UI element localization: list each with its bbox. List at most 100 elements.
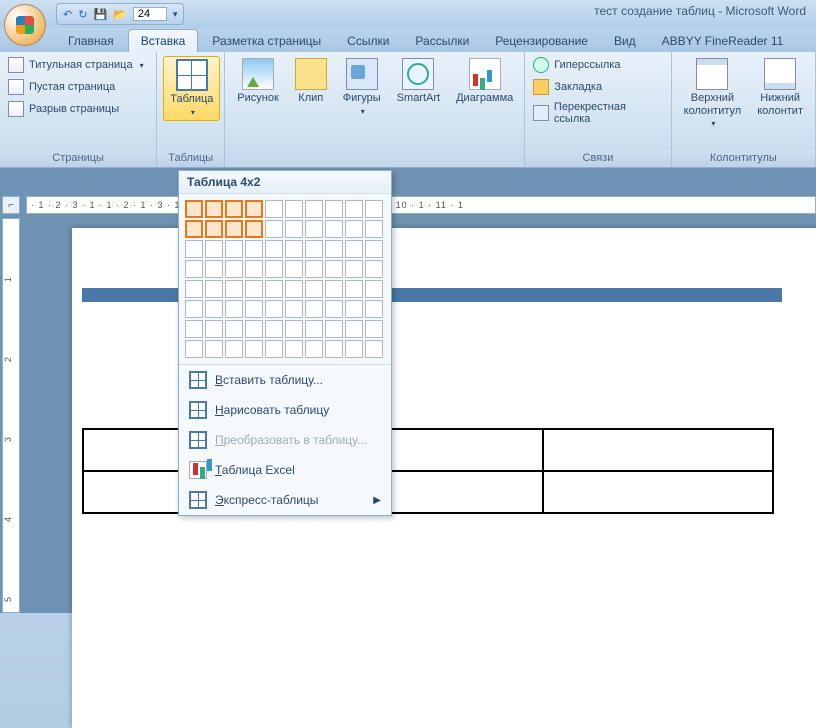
grid-cell[interactable] [325, 280, 343, 298]
grid-cell[interactable] [245, 340, 263, 358]
ruler-corner[interactable]: ⌐ [2, 196, 20, 214]
vertical-ruler[interactable]: 1 2 3 4 5 [2, 218, 20, 613]
footer-button[interactable]: Нижнийколонтит [751, 56, 809, 119]
grid-cell[interactable] [365, 340, 383, 358]
grid-cell[interactable] [265, 220, 283, 238]
grid-cell[interactable] [345, 260, 363, 278]
grid-cell[interactable] [325, 340, 343, 358]
chart-button[interactable]: Диаграмма [450, 56, 519, 107]
hyperlink-button[interactable]: Гиперссылка [531, 56, 664, 74]
shapes-button[interactable]: Фигуры▾ [337, 56, 387, 119]
grid-cell[interactable] [225, 300, 243, 318]
grid-cell[interactable] [365, 300, 383, 318]
grid-cell[interactable] [245, 240, 263, 258]
grid-cell[interactable] [325, 320, 343, 338]
grid-cell[interactable] [345, 220, 363, 238]
grid-cell[interactable] [205, 240, 223, 258]
grid-cell[interactable] [245, 280, 263, 298]
grid-cell[interactable] [345, 280, 363, 298]
grid-cell[interactable] [205, 260, 223, 278]
grid-cell[interactable] [305, 200, 323, 218]
zoom-value[interactable]: 24 [133, 7, 167, 21]
grid-cell[interactable] [205, 200, 223, 218]
grid-cell[interactable] [185, 260, 203, 278]
grid-cell[interactable] [245, 200, 263, 218]
table-button[interactable]: Таблица▾ [163, 56, 220, 121]
grid-cell[interactable] [205, 280, 223, 298]
grid-cell[interactable] [325, 240, 343, 258]
grid-cell[interactable] [365, 280, 383, 298]
grid-cell[interactable] [365, 200, 383, 218]
grid-cell[interactable] [285, 340, 303, 358]
tab-insert[interactable]: Вставка [128, 29, 199, 52]
table-menu-item[interactable]: Таблица Excel [179, 455, 391, 485]
header-button[interactable]: Верхнийколонтитул ▾ [678, 56, 748, 132]
grid-cell[interactable] [285, 320, 303, 338]
grid-cell[interactable] [185, 300, 203, 318]
blank-page-button[interactable]: Пустая страница [6, 78, 146, 96]
grid-cell[interactable] [345, 320, 363, 338]
grid-cell[interactable] [285, 220, 303, 238]
table-menu-item[interactable]: Нарисовать таблицу [179, 395, 391, 425]
grid-cell[interactable] [305, 220, 323, 238]
grid-cell[interactable] [205, 300, 223, 318]
tab-home[interactable]: Главная [56, 30, 126, 52]
grid-cell[interactable] [365, 220, 383, 238]
grid-cell[interactable] [305, 320, 323, 338]
grid-cell[interactable] [185, 200, 203, 218]
crossref-button[interactable]: Перекрестная ссылка [531, 100, 664, 126]
tab-mailings[interactable]: Рассылки [403, 30, 481, 52]
grid-cell[interactable] [225, 340, 243, 358]
grid-cell[interactable] [225, 240, 243, 258]
grid-cell[interactable] [185, 340, 203, 358]
grid-cell[interactable] [345, 340, 363, 358]
grid-cell[interactable] [305, 240, 323, 258]
grid-cell[interactable] [305, 300, 323, 318]
grid-cell[interactable] [365, 260, 383, 278]
tab-view[interactable]: Вид [602, 30, 648, 52]
grid-cell[interactable] [185, 280, 203, 298]
office-button[interactable] [4, 4, 46, 46]
grid-cell[interactable] [265, 340, 283, 358]
grid-cell[interactable] [245, 260, 263, 278]
grid-cell[interactable] [325, 260, 343, 278]
grid-cell[interactable] [325, 300, 343, 318]
grid-cell[interactable] [305, 340, 323, 358]
grid-cell[interactable] [245, 300, 263, 318]
smartart-button[interactable]: SmartArt [391, 56, 446, 107]
grid-cell[interactable] [285, 260, 303, 278]
grid-cell[interactable] [205, 340, 223, 358]
grid-cell[interactable] [305, 260, 323, 278]
grid-cell[interactable] [205, 220, 223, 238]
grid-cell[interactable] [225, 320, 243, 338]
grid-cell[interactable] [265, 320, 283, 338]
table-menu-item[interactable]: Экспресс-таблицы▶ [179, 485, 391, 515]
tab-review[interactable]: Рецензирование [483, 30, 600, 52]
grid-cell[interactable] [365, 320, 383, 338]
grid-cell[interactable] [285, 240, 303, 258]
grid-cell[interactable] [325, 220, 343, 238]
grid-cell[interactable] [225, 200, 243, 218]
grid-cell[interactable] [185, 320, 203, 338]
undo-icon[interactable]: ↶ [63, 8, 72, 21]
redo-icon[interactable]: ↻ [78, 8, 87, 21]
grid-cell[interactable] [265, 260, 283, 278]
bookmark-button[interactable]: Закладка [531, 78, 664, 96]
table-menu-item[interactable]: Вставить таблицу... [179, 365, 391, 395]
grid-cell[interactable] [265, 280, 283, 298]
grid-cell[interactable] [325, 200, 343, 218]
page-break-button[interactable]: Разрыв страницы [6, 100, 146, 118]
tab-pagelayout[interactable]: Разметка страницы [200, 30, 333, 52]
grid-cell[interactable] [245, 320, 263, 338]
tab-abbyy[interactable]: ABBYY FineReader 11 [650, 30, 796, 52]
open-icon[interactable]: 📂 [113, 8, 127, 21]
horizontal-ruler[interactable]: · 1 · 2 · 3 · 1 · 1 · 2 · 1 · 3 · 1 · 4 … [26, 196, 816, 214]
grid-cell[interactable] [345, 300, 363, 318]
grid-cell[interactable] [285, 300, 303, 318]
save-icon[interactable]: 💾 [93, 8, 107, 21]
grid-cell[interactable] [205, 320, 223, 338]
grid-cell[interactable] [265, 300, 283, 318]
grid-cell[interactable] [285, 280, 303, 298]
grid-cell[interactable] [225, 260, 243, 278]
grid-cell[interactable] [225, 280, 243, 298]
